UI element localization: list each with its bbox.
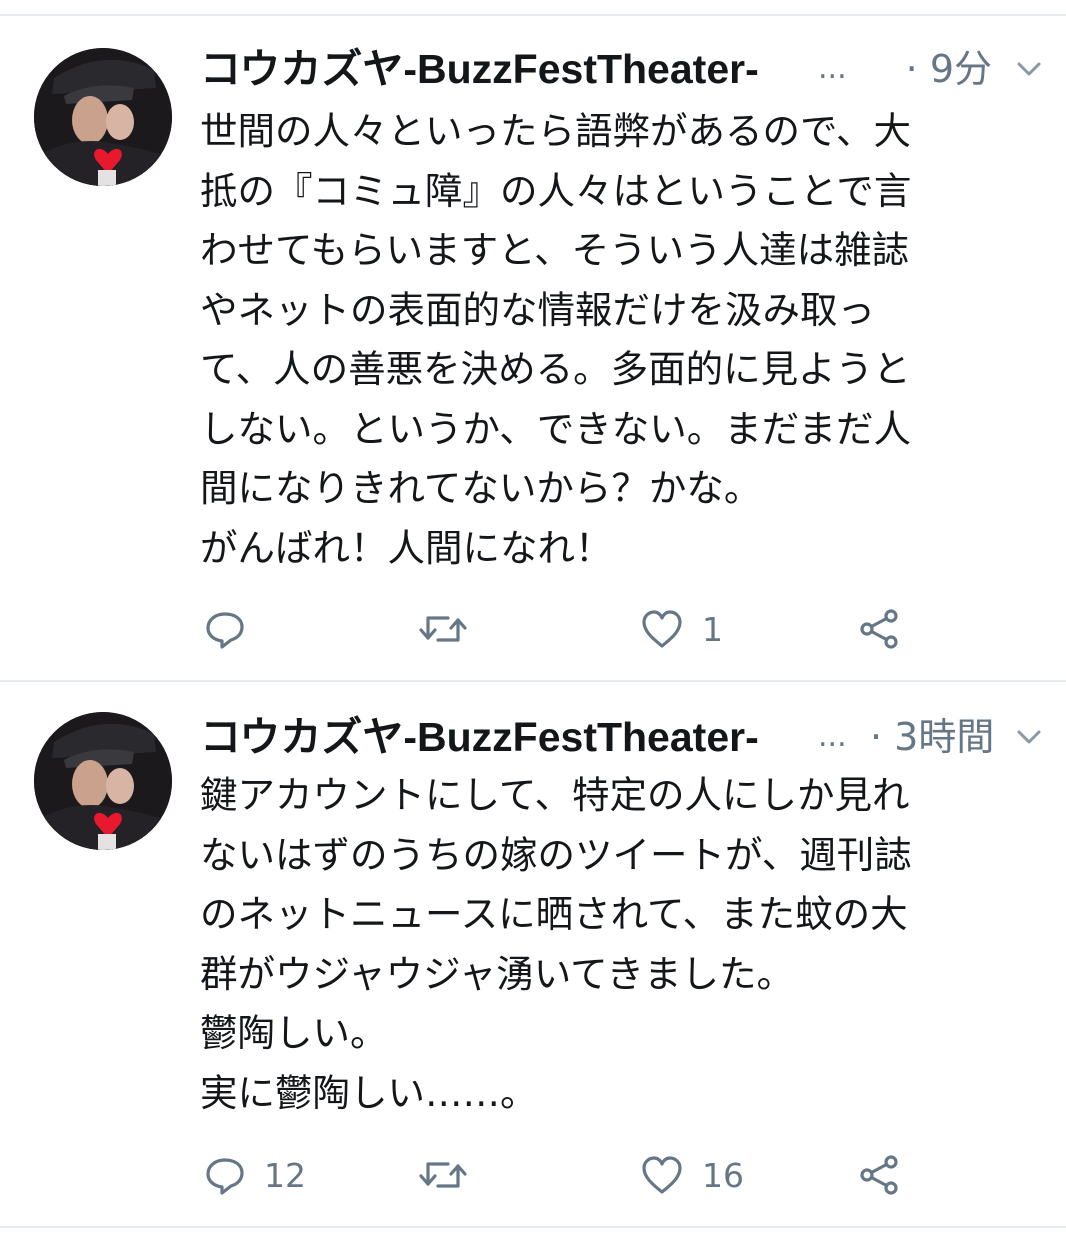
bottom-divider (0, 1226, 1066, 1228)
tweet-1[interactable]: コウカズヤ-BuzzFestTheater- ... · 9分 世間の人々といっ… (0, 16, 1066, 678)
reply-icon (206, 612, 244, 649)
heart-icon (642, 1156, 682, 1194)
chevron-down-icon[interactable] (1015, 58, 1043, 80)
reply-button[interactable]: 12 (204, 1150, 306, 1200)
reply-button[interactable] (204, 604, 264, 654)
tweet-timestamp[interactable]: · 9分 (870, 44, 992, 94)
retweet-icon (419, 1162, 467, 1188)
tweet-2[interactable]: コウカズヤ-BuzzFestTheater- ... · 3時間 鍵アカウントに… (0, 682, 1066, 1226)
author-name[interactable]: コウカズヤ-BuzzFestTheater- (200, 44, 812, 94)
avatar[interactable] (34, 48, 172, 186)
share-button[interactable] (858, 1150, 902, 1200)
name-ellipsis: ... (818, 719, 847, 754)
like-count: 16 (702, 1155, 744, 1195)
author-name[interactable]: コウカズヤ-BuzzFestTheater- (200, 712, 812, 762)
chevron-down-icon[interactable] (1015, 726, 1043, 748)
avatar[interactable] (34, 712, 172, 850)
retweet-button[interactable] (418, 604, 486, 654)
reply-count: 12 (264, 1155, 306, 1195)
like-count: 1 (702, 609, 723, 649)
avatar-photo (34, 48, 172, 186)
share-button[interactable] (858, 604, 902, 654)
tweet-text: 世間の人々といったら語弊があるので、大 抵の『コミュ障』の人々はということで言 … (200, 109, 912, 570)
avatar-photo (34, 712, 172, 850)
reply-icon (206, 1158, 244, 1195)
tweet-header: コウカズヤ-BuzzFestTheater- ... · 9分 (200, 44, 1043, 94)
tweet-text: 鍵アカウントにして、特定の人にしか見れ ないはずのうちの嫁のツイートが、週刊誌 … (200, 773, 912, 1115)
tweet-timestamp[interactable]: · 3時間 (870, 712, 994, 762)
tweet-header: コウカズヤ-BuzzFestTheater- ... · 3時間 (200, 712, 1043, 762)
like-button[interactable]: 16 (640, 1150, 744, 1200)
heart-icon (642, 610, 682, 648)
like-button[interactable]: 1 (640, 604, 723, 654)
share-icon (860, 1155, 898, 1195)
share-icon (860, 609, 898, 649)
retweet-icon (419, 616, 467, 642)
retweet-button[interactable] (418, 1150, 486, 1200)
name-ellipsis: ... (818, 51, 847, 86)
